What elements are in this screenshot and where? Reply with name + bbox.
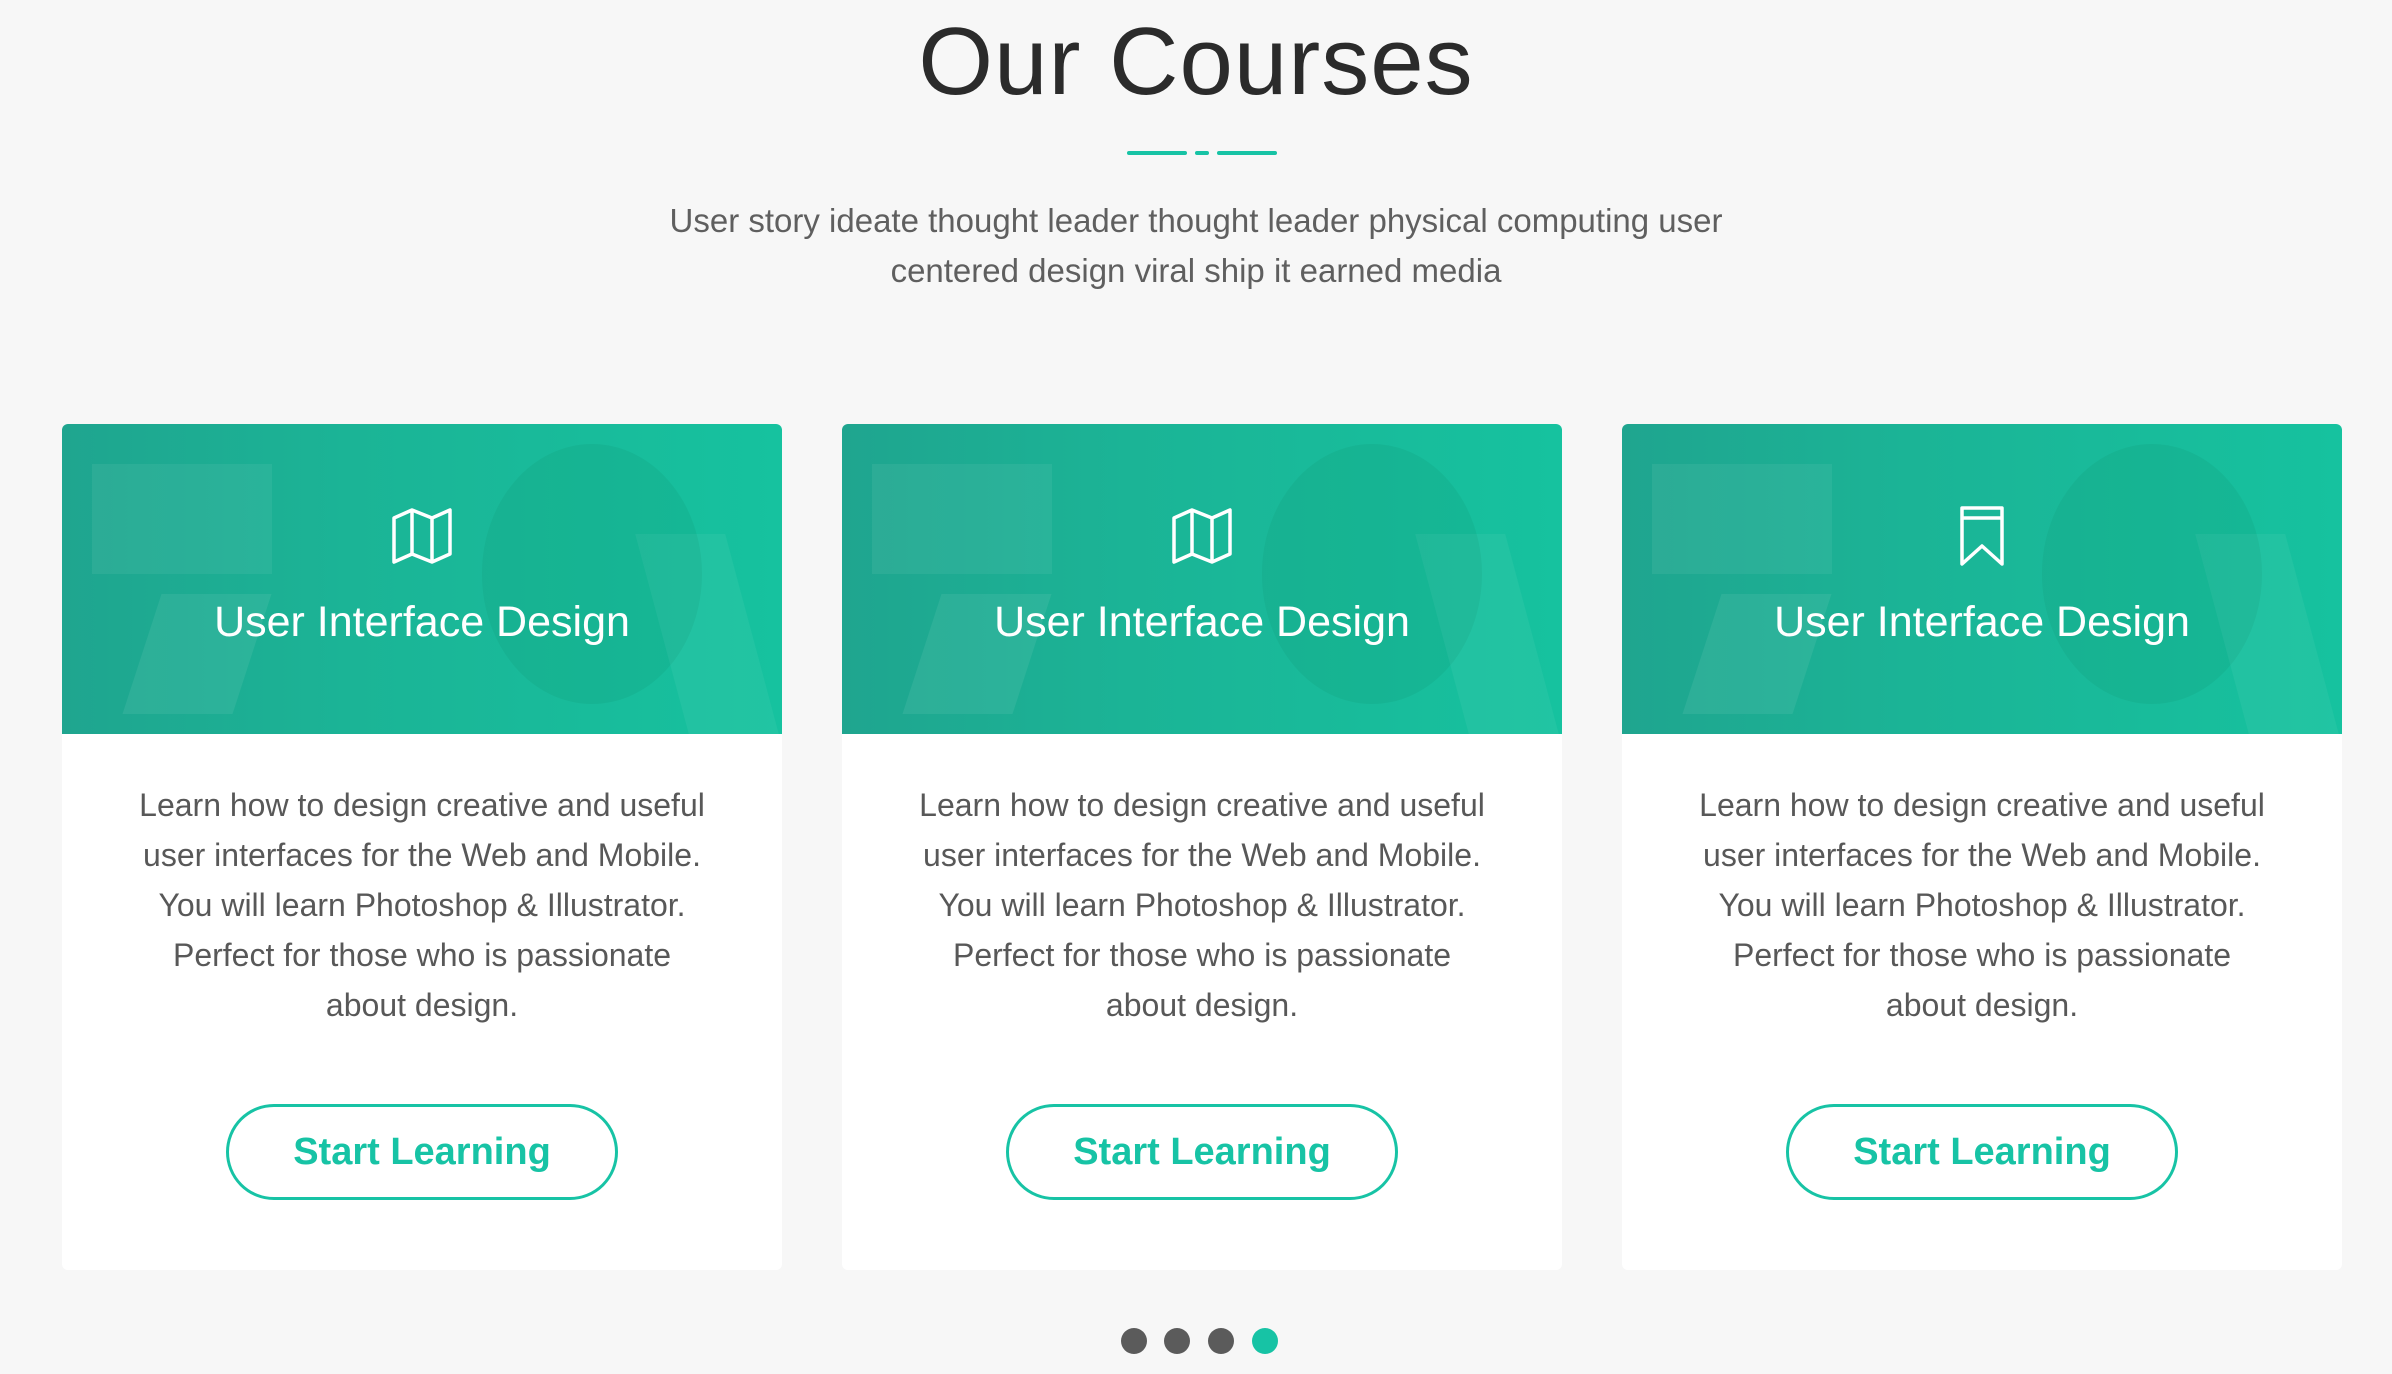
- course-card-header: User Interface Design: [1622, 424, 2342, 734]
- course-card: User Interface Design Learn how to desig…: [842, 424, 1562, 1270]
- course-description: Learn how to design creative and useful u…: [139, 787, 705, 1023]
- subtitle-line-2: centered design viral ship it earned med…: [890, 252, 1502, 289]
- course-card: User Interface Design Learn how to desig…: [1622, 424, 2342, 1270]
- course-card-header: User Interface Design: [62, 424, 782, 734]
- title-divider: [1127, 151, 1277, 155]
- course-description: Learn how to design creative and useful u…: [1699, 787, 2265, 1023]
- bookmark-icon: [1950, 504, 2014, 568]
- section-subtitle: User story ideate thought leader thought…: [646, 196, 1746, 296]
- course-title: User Interface Design: [214, 598, 630, 646]
- start-learning-button[interactable]: Start Learning: [1786, 1104, 2178, 1200]
- course-card: User Interface Design Learn how to desig…: [62, 424, 782, 1270]
- pagination-dot-3[interactable]: [1208, 1328, 1234, 1354]
- map-icon: [1170, 504, 1234, 568]
- map-icon: [390, 504, 454, 568]
- course-title: User Interface Design: [994, 598, 1410, 646]
- pagination-dot-1[interactable]: [1121, 1328, 1147, 1354]
- carousel-pagination: [1121, 1328, 1278, 1354]
- subtitle-line-1: User story ideate thought leader thought…: [669, 202, 1723, 239]
- section-title: Our Courses: [918, 8, 1474, 115]
- start-learning-button[interactable]: Start Learning: [1006, 1104, 1398, 1200]
- course-title: User Interface Design: [1774, 598, 2190, 646]
- pagination-dot-2[interactable]: [1164, 1328, 1190, 1354]
- course-card-header: User Interface Design: [842, 424, 1562, 734]
- pagination-dot-4-active[interactable]: [1252, 1328, 1278, 1354]
- start-learning-button[interactable]: Start Learning: [226, 1104, 618, 1200]
- course-description: Learn how to design creative and useful u…: [919, 787, 1485, 1023]
